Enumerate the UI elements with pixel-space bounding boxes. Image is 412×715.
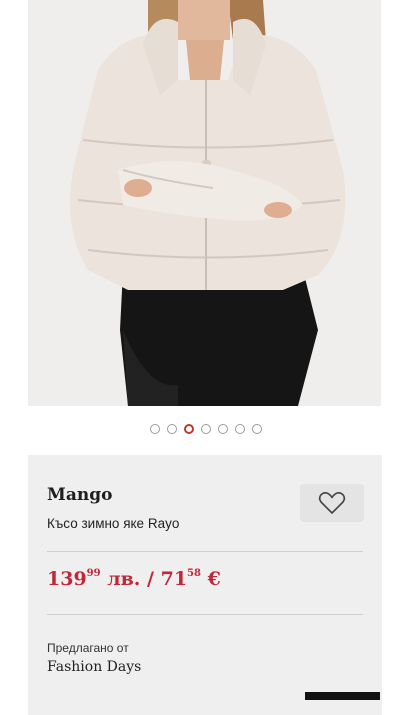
gallery-dot-7[interactable] [252, 424, 262, 434]
divider [47, 614, 363, 615]
wishlist-button[interactable] [300, 484, 364, 522]
gallery-dot-2[interactable] [167, 424, 177, 434]
heart-outline-icon [318, 492, 346, 514]
gallery-dot-3[interactable] [184, 424, 194, 434]
divider [47, 551, 363, 552]
seller-name[interactable]: Fashion Days [47, 659, 141, 675]
product-image[interactable] [28, 0, 381, 406]
sticky-action-button[interactable] [305, 692, 380, 700]
price-eur-cents: 58 [187, 567, 201, 579]
price: 13999 лв. / 7158 € [47, 568, 221, 590]
gallery-dot-4[interactable] [201, 424, 211, 434]
product-name: Късо зимно яке Rayo [47, 516, 180, 531]
price-eur-main: 71 [160, 568, 188, 590]
price-bgn-cents: 99 [86, 567, 101, 579]
brand-name[interactable]: Mango [47, 485, 112, 505]
gallery-dot-6[interactable] [235, 424, 245, 434]
gallery-dot-5[interactable] [218, 424, 228, 434]
offered-by-label: Предлагано от [47, 641, 129, 655]
price-eur-currency: € [200, 568, 221, 590]
product-photo [28, 0, 381, 406]
price-bgn-currency: лв. / [100, 568, 161, 590]
price-bgn-main: 139 [47, 568, 87, 590]
gallery-pagination [0, 424, 412, 438]
gallery-dot-1[interactable] [150, 424, 160, 434]
product-info-card: Mango Късо зимно яке Rayo 13999 лв. / 71… [28, 455, 382, 715]
